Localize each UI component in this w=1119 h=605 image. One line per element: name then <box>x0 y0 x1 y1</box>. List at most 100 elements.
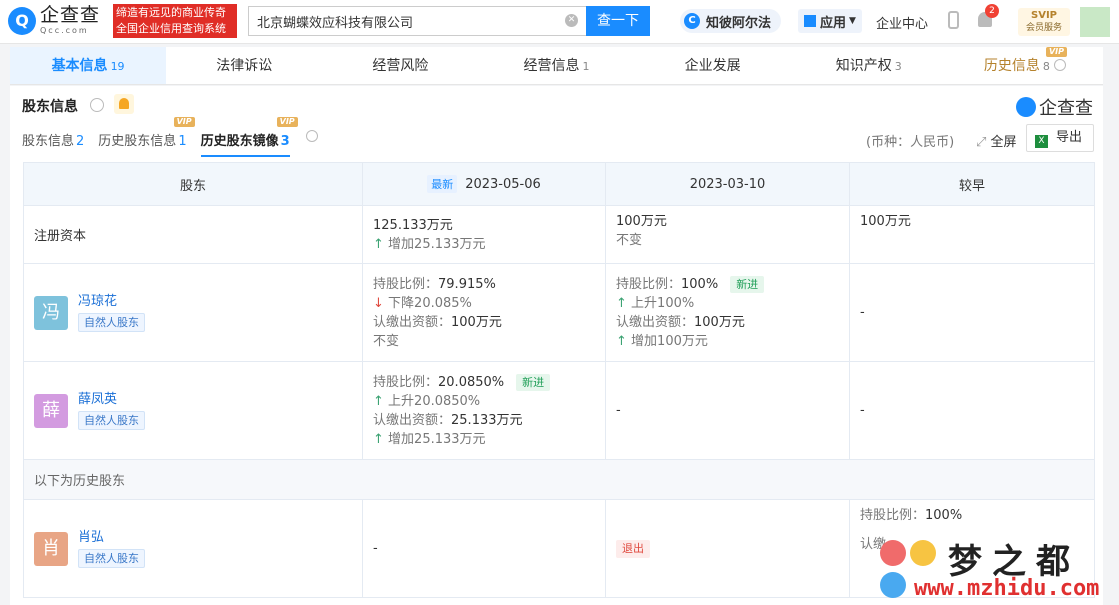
subtab-history-shareholders[interactable]: VIP 历史股东信息 1 <box>98 117 195 157</box>
apps-menu-button[interactable]: 应用 ▼ <box>798 9 862 33</box>
arrow-up-icon: ↑ <box>373 431 384 447</box>
tab-development[interactable]: 企业发展 <box>635 47 791 84</box>
tab-legal-litigation[interactable]: 法律诉讼 <box>166 47 322 84</box>
change-text: 增加25.133万元 <box>388 431 486 447</box>
tab-business-info[interactable]: 经营信息 1 <box>478 47 634 84</box>
user-avatar[interactable] <box>1080 7 1110 37</box>
field-label: 持股比例： <box>616 276 682 292</box>
logo-domain: Qcc.com <box>40 26 89 35</box>
info-icon[interactable] <box>1053 59 1066 71</box>
new-entry-tag: 新进 <box>516 373 551 391</box>
search-box: ✕ <box>248 6 586 36</box>
shareholder-name-link[interactable]: 冯琼花 <box>78 293 145 311</box>
info-icon[interactable] <box>90 98 104 112</box>
column-header-shareholder: 股东 <box>23 162 363 206</box>
capital-value: 100万元 <box>860 214 911 229</box>
field-value: 100% <box>925 508 963 523</box>
notification-count-badge: 2 <box>985 4 999 18</box>
capital-value: 125.133万元 <box>373 217 453 233</box>
red-face-icon <box>880 540 906 566</box>
info-icon[interactable] <box>305 130 318 142</box>
field-value: 100万元 <box>694 314 745 330</box>
logo-text: 企查查 <box>40 4 101 26</box>
tab-label: 企业发展 <box>684 58 741 74</box>
tab-label: 知识产权 <box>835 58 892 74</box>
subscribed-capital: 认缴出资额：100万元 <box>373 313 595 332</box>
table-cell: 持股比例：100% 新进 ↑ 上升100% 认缴出资额：100万元 ↑ 增加100… <box>605 263 850 362</box>
field-value: 25.133万元 <box>451 412 523 428</box>
clear-search-icon[interactable]: ✕ <box>565 14 578 27</box>
change-text: 上升100% <box>631 295 695 311</box>
slogan-banner: 缔造有远见的商业传奇 全国企业信用查询系统 <box>113 4 237 38</box>
brand-logo-icon <box>1016 97 1036 117</box>
enterprise-center-link[interactable]: 企业中心 <box>876 13 928 32</box>
search-input[interactable] <box>249 7 549 35</box>
tab-label: 基本信息 <box>51 58 108 74</box>
shareholder-cell: 肖 肖弘 自然人股东 <box>23 499 363 598</box>
shareholder-name-link[interactable]: 薛凤英 <box>78 391 145 409</box>
tab-intellectual-property[interactable]: 知识产权 3 <box>791 47 947 84</box>
subtab-label: 历史股东镜像 <box>200 134 279 149</box>
watermark-url: www.mzhidu.com <box>914 576 1100 601</box>
slogan-line-1: 缔造有远见的商业传奇 <box>116 6 226 19</box>
shareholder-name-link[interactable]: 肖弘 <box>78 529 145 547</box>
search-button[interactable]: 查一下 <box>586 6 650 36</box>
mobile-phone-icon[interactable] <box>948 11 959 29</box>
qcc-logo[interactable]: Q 企查查 Qcc.com <box>8 6 100 35</box>
new-entry-tag: 新进 <box>730 275 765 293</box>
table-cell: 125.133万元 ↑ 增加25.133万元 <box>362 205 606 264</box>
tab-business-risk[interactable]: 经营风险 <box>322 47 478 84</box>
expand-icon: ⤢ <box>976 135 991 150</box>
tab-history-info[interactable]: VIP 历史信息 8 <box>947 47 1103 84</box>
tab-count: 8 <box>1042 60 1050 73</box>
monitor-bell-icon[interactable] <box>114 94 134 114</box>
subtab-label: 股东信息 <box>22 134 75 149</box>
export-label: 导出 <box>1056 130 1083 145</box>
arrow-down-icon: ↓ <box>373 295 384 311</box>
vip-badge: VIP <box>173 117 195 127</box>
row-label: 注册资本 <box>23 205 363 264</box>
table-cell: - <box>849 263 1095 362</box>
chevron-down-icon: ▼ <box>849 16 856 26</box>
ratio-change: ↓ 下降20.085% <box>373 294 595 313</box>
shareholder-cell: 薛 薛凤英 自然人股东 <box>23 361 363 460</box>
field-value: 79.915% <box>438 276 496 292</box>
holding-ratio: 持股比例：100% 新进 <box>616 275 839 294</box>
capital-change: 不变 <box>373 333 400 349</box>
field-label: 认缴出资额： <box>373 412 452 428</box>
field-label: 持股比例： <box>373 374 439 390</box>
table-cell: 持股比例：79.915% ↓ 下降20.085% 认缴出资额：100万元 不变 <box>362 263 606 362</box>
shareholder-type-tag: 自然人股东 <box>78 549 145 568</box>
table-cell: - <box>605 361 850 460</box>
capital-change: ↑ 增加25.133万元 <box>373 430 595 449</box>
top-navigation-bar: Q 企查查 Qcc.com 缔造有远见的商业传奇 全国企业信用查询系统 ✕ 查一… <box>0 0 1119 44</box>
table-cell: - <box>849 361 1095 460</box>
watermark: 梦之都 www.mzhidu.com <box>878 534 1118 604</box>
change-text: 增加100万元 <box>631 333 708 349</box>
yellow-face-icon <box>910 540 936 566</box>
arrow-up-icon: ↑ <box>616 333 627 349</box>
avatar: 薛 <box>34 393 68 428</box>
history-divider-row: 以下为历史股东 <box>23 459 1095 500</box>
fullscreen-button[interactable]: ⤢ 全屏 <box>976 131 1017 150</box>
subtab-shareholder-info[interactable]: 股东信息 2 <box>22 130 84 157</box>
svip-member-button[interactable]: SVIP 会员服务 <box>1018 8 1070 36</box>
capital-change: ↑ 增加100万元 <box>616 332 839 351</box>
export-button[interactable]: X 导出 <box>1026 124 1094 152</box>
capital-change: ↑ 增加25.133万元 <box>373 235 595 254</box>
subtab-count: 3 <box>280 134 290 149</box>
field-label: 持股比例： <box>373 276 439 292</box>
zhibei-alpha-button[interactable]: C 知彼阿尔法 <box>680 9 782 33</box>
subscribed-capital: 认缴出资额：25.133万元 <box>373 411 595 430</box>
tab-count: 1 <box>582 60 590 73</box>
subtab-label: 历史股东信息 <box>98 134 177 149</box>
subtab-shareholder-mirror[interactable]: VIP 历史股东镜像 3 <box>200 117 298 157</box>
table-row-shareholder: 薛 薛凤英 自然人股东 持股比例：20.0850% 新进 ↑ 上升20.0850%… <box>23 361 1095 460</box>
currency-note: (币种：人民币) <box>866 135 955 150</box>
field-label: 认缴出资额： <box>373 314 452 330</box>
tab-basic-info[interactable]: 基本信息 19 <box>10 47 167 84</box>
column-header-date-1: 最新 2023-05-06 <box>362 162 606 206</box>
column-header-earlier: 较早 <box>849 162 1095 206</box>
table-cell: - <box>362 499 606 598</box>
arrow-up-icon: ↑ <box>373 236 384 252</box>
